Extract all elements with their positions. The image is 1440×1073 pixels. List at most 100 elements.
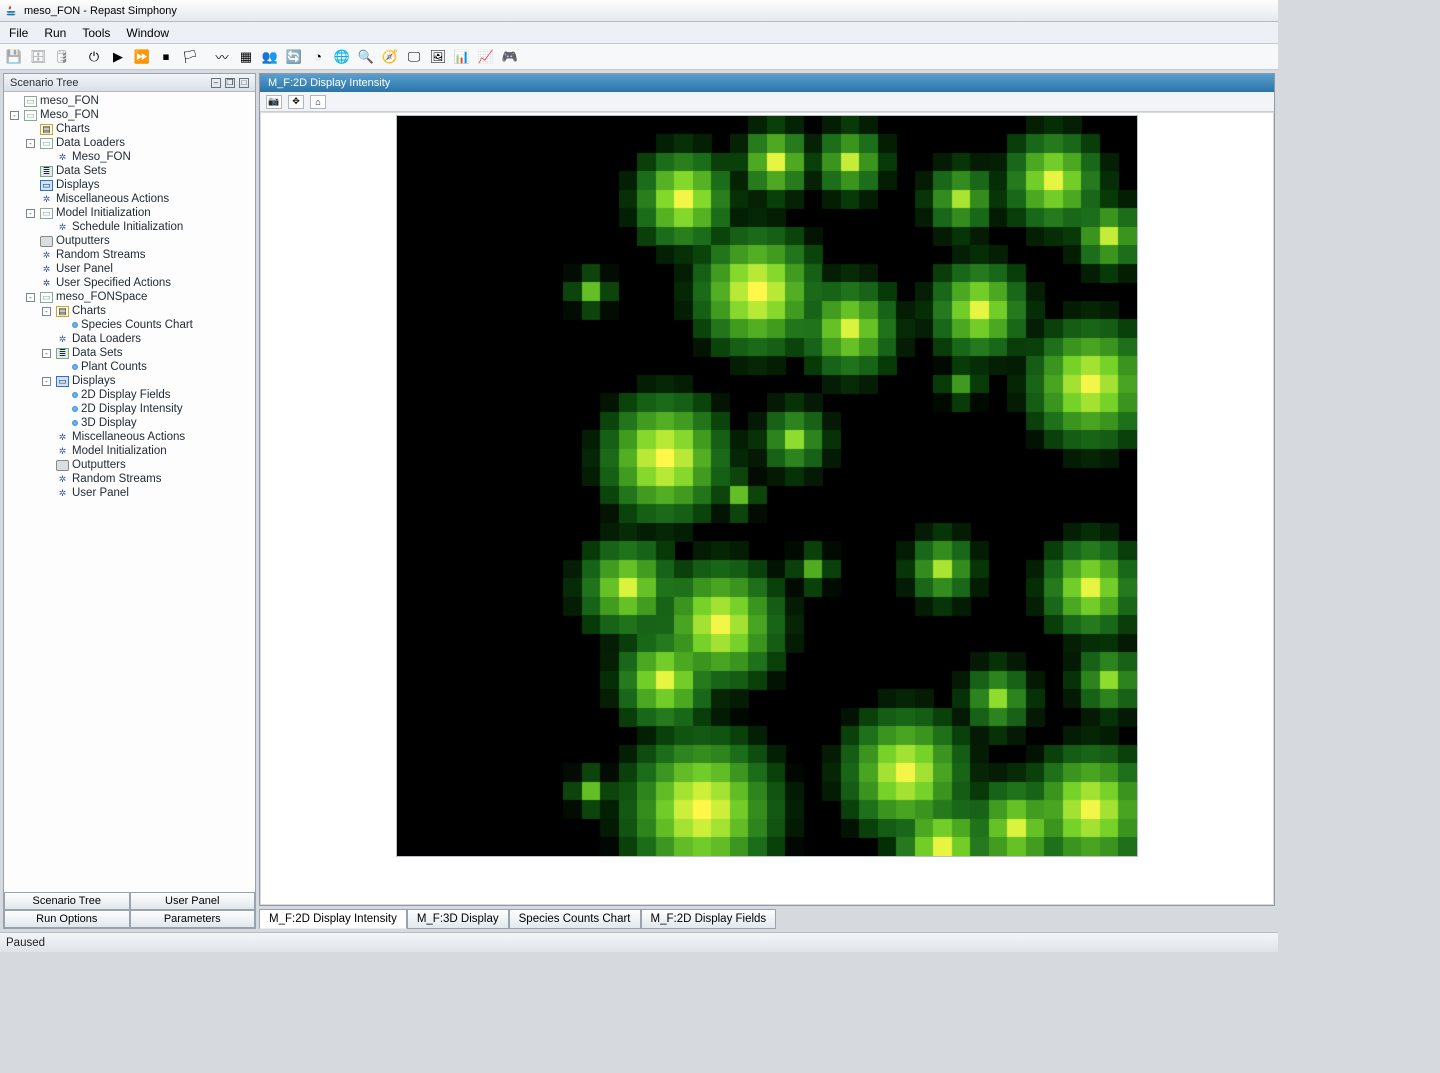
- tree-item[interactable]: -▤Charts: [6, 304, 255, 318]
- tree-item-label: Outputters: [56, 235, 110, 247]
- tree-toggle-icon[interactable]: -: [42, 307, 51, 316]
- tree-item[interactable]: ≣Data Sets: [6, 164, 255, 178]
- display-tab-1[interactable]: M_F:3D Display: [407, 909, 509, 929]
- tree-item-label: User Panel: [56, 263, 113, 275]
- tree-toggle-icon[interactable]: -: [26, 293, 35, 302]
- tree-item[interactable]: 2D Display Intensity: [6, 402, 255, 416]
- menu-run[interactable]: Run: [37, 24, 73, 42]
- refresh-icon[interactable]: 🔄: [284, 47, 304, 67]
- target-icon[interactable]: ✥: [288, 95, 304, 109]
- tree-item-label: meso_FON: [40, 95, 99, 107]
- tree-item[interactable]: 2D Display Fields: [6, 388, 255, 402]
- tree-item-label: Miscellaneous Actions: [72, 431, 185, 443]
- tree-item[interactable]: ✲Random Streams: [6, 248, 255, 262]
- tree-item[interactable]: ✲User Specified Actions: [6, 276, 255, 290]
- tree-item[interactable]: -▭meso_FONSpace: [6, 290, 255, 304]
- tree-item[interactable]: ▭meso_FON: [6, 94, 255, 108]
- tree-item[interactable]: ▭Displays: [6, 178, 255, 192]
- panel-tab-user-panel[interactable]: User Panel: [130, 892, 256, 910]
- panel-tab-run-options[interactable]: Run Options: [4, 910, 130, 928]
- title-bar: meso_FON - Repast Simphony: [0, 0, 1278, 22]
- compass-icon[interactable]: 🧭: [380, 47, 400, 67]
- search-icon[interactable]: 🔍: [356, 47, 376, 67]
- tree-item[interactable]: ▤Charts: [6, 122, 255, 136]
- bul-icon: [72, 420, 78, 426]
- tree-item[interactable]: ✲Data Loaders: [6, 332, 255, 346]
- tree-item[interactable]: -▭Displays: [6, 374, 255, 388]
- tree-item[interactable]: -▭Model Initialization: [6, 206, 255, 220]
- table-icon[interactable]: ▦: [236, 47, 256, 67]
- tree-item[interactable]: ✲Schedule Initialization: [6, 220, 255, 234]
- simulation-canvas[interactable]: [396, 115, 1138, 857]
- fast-forward-icon[interactable]: ⏩: [132, 47, 152, 67]
- save-icon[interactable]: 💾: [4, 47, 24, 67]
- tree-item[interactable]: -▭Data Loaders: [6, 136, 255, 150]
- tree-item-label: Model Initialization: [72, 445, 167, 457]
- bul-icon: [72, 392, 78, 398]
- pie-icon[interactable]: ◔: [308, 47, 328, 67]
- gear-icon: ✲: [56, 432, 69, 443]
- display-title-text: M_F:2D Display Intensity: [268, 77, 390, 89]
- save-all-icon[interactable]: 🗄: [28, 47, 48, 67]
- tree-item[interactable]: -▭Meso_FON: [6, 108, 255, 122]
- folder-icon: ▭: [24, 110, 37, 121]
- menu-file[interactable]: File: [2, 24, 35, 42]
- monitor-icon: ▭: [56, 376, 69, 387]
- tree-toggle-icon[interactable]: -: [26, 139, 35, 148]
- tree-item[interactable]: Outputters: [6, 458, 255, 472]
- maximize-panel-icon[interactable]: □: [239, 78, 249, 88]
- barrel-icon: [40, 236, 53, 247]
- gear-icon: ✲: [56, 334, 69, 345]
- menu-window[interactable]: Window: [119, 24, 176, 42]
- tree-item[interactable]: ✲Model Initialization: [6, 444, 255, 458]
- tree-toggle-icon[interactable]: -: [42, 349, 51, 358]
- tree-item[interactable]: Outputters: [6, 234, 255, 248]
- camera-icon[interactable]: 📷: [266, 95, 282, 109]
- tree-item[interactable]: ✲Meso_FON: [6, 150, 255, 164]
- chart-icon: ▤: [40, 124, 53, 135]
- gear-icon: ✲: [56, 446, 69, 457]
- panel-tab-scenario-tree[interactable]: Scenario Tree: [4, 892, 130, 910]
- tree-item[interactable]: ✲User Panel: [6, 262, 255, 276]
- display-tab-0[interactable]: M_F:2D Display Intensity: [259, 909, 407, 929]
- display-tabs: M_F:2D Display IntensityM_F:3D DisplaySp…: [259, 909, 1275, 929]
- photo-icon[interactable]: 🖼: [428, 47, 448, 67]
- joystick-icon[interactable]: 🎮: [500, 47, 520, 67]
- tree-item[interactable]: Plant Counts: [6, 360, 255, 374]
- stop-icon[interactable]: ⏹: [156, 47, 176, 67]
- display-panel: M_F:2D Display Intensity 📷 ✥ ⌂: [259, 73, 1275, 906]
- web-icon[interactable]: 🌐: [332, 47, 352, 67]
- chart-icon[interactable]: 📊: [452, 47, 472, 67]
- gear-icon: ✲: [40, 264, 53, 275]
- tree-item[interactable]: ✲Miscellaneous Actions: [6, 430, 255, 444]
- tree-item[interactable]: -≣Data Sets: [6, 346, 255, 360]
- tree-item[interactable]: 3D Display: [6, 416, 255, 430]
- scenario-tree[interactable]: ▭meso_FON-▭Meso_FON▤Charts-▭Data Loaders…: [4, 92, 255, 892]
- spreadsheet-icon[interactable]: 📈: [476, 47, 496, 67]
- scenario-tree-title: Scenario Tree – ❐ □: [4, 74, 255, 92]
- minimize-panel-icon[interactable]: –: [211, 78, 221, 88]
- wave-icon[interactable]: 〰: [212, 47, 232, 67]
- restore-panel-icon[interactable]: ❐: [225, 78, 235, 88]
- screen-icon[interactable]: 🖵: [404, 47, 424, 67]
- home-icon[interactable]: ⌂: [310, 95, 326, 109]
- tree-toggle-icon[interactable]: -: [26, 209, 35, 218]
- schedule-icon[interactable]: 🏳: [180, 47, 200, 67]
- display-pane: M_F:2D Display Intensity 📷 ✥ ⌂ M_F:2D Disp…: [259, 73, 1275, 929]
- tree-item[interactable]: ✲Random Streams: [6, 472, 255, 486]
- power-icon[interactable]: ⏻: [84, 47, 104, 67]
- tree-item-label: Outputters: [72, 459, 126, 471]
- tree-item[interactable]: ✲Miscellaneous Actions: [6, 192, 255, 206]
- people-icon[interactable]: 👥: [260, 47, 280, 67]
- database-icon[interactable]: 🛢: [52, 47, 72, 67]
- tree-toggle-icon[interactable]: -: [10, 111, 19, 120]
- panel-tab-parameters[interactable]: Parameters: [130, 910, 256, 928]
- gear-icon: ✲: [40, 194, 53, 205]
- display-tab-3[interactable]: M_F:2D Display Fields: [641, 909, 777, 929]
- play-icon[interactable]: ▶: [108, 47, 128, 67]
- tree-item[interactable]: Species Counts Chart: [6, 318, 255, 332]
- tree-item[interactable]: ✲User Panel: [6, 486, 255, 500]
- menu-tools[interactable]: Tools: [75, 24, 117, 42]
- tree-toggle-icon[interactable]: -: [42, 377, 51, 386]
- display-tab-2[interactable]: Species Counts Chart: [509, 909, 641, 929]
